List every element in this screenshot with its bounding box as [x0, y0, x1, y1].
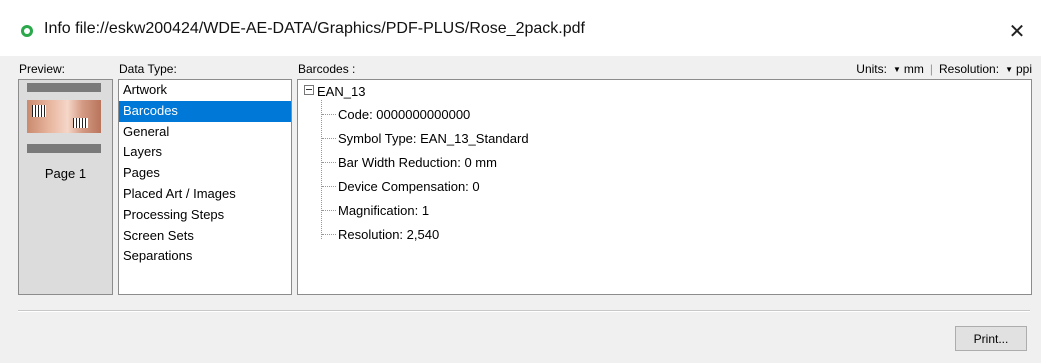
- tree-item-magnification[interactable]: Magnification: 1: [322, 201, 429, 221]
- units-label: Units:: [856, 62, 887, 76]
- window-title: Info file://eskw200424/WDE-AE-DATA/Graph…: [44, 20, 585, 37]
- thumbnail-top-strip: [27, 83, 101, 92]
- resolution-select[interactable]: ppi: [1016, 62, 1032, 76]
- units-separator: |: [929, 62, 934, 76]
- footer-divider: [18, 310, 1030, 312]
- preview-label: Preview:: [19, 62, 66, 76]
- collapse-icon[interactable]: [304, 85, 314, 95]
- barcodes-label: Barcodes :: [298, 62, 356, 76]
- resolution-label: Resolution:: [939, 62, 1000, 76]
- units-dropdown-icon[interactable]: ▼: [893, 65, 901, 74]
- thumbnail-barcode-right: [73, 118, 88, 128]
- data-type-placed-art-images[interactable]: Placed Art / Images: [119, 184, 291, 205]
- tree-item-device-compensation[interactable]: Device Compensation: 0: [322, 177, 480, 197]
- thumbnail-barcode-left: [32, 105, 46, 117]
- barcode-tree-panel: EAN_13 Code: 0000000000000 Symbol Type: …: [297, 79, 1032, 295]
- preview-panel: Page 1: [18, 79, 113, 295]
- tree-root-label[interactable]: EAN_13: [317, 84, 365, 99]
- close-button[interactable]: ✕: [1000, 16, 1034, 46]
- thumbnail-bottom-strip: [27, 144, 101, 153]
- data-type-barcodes[interactable]: Barcodes: [119, 100, 291, 122]
- page-label: Page 1: [44, 166, 87, 181]
- print-button[interactable]: Print...: [955, 326, 1027, 351]
- data-type-separations[interactable]: Separations: [119, 246, 291, 267]
- title-bar: Info file://eskw200424/WDE-AE-DATA/Graph…: [0, 0, 1041, 56]
- resolution-dropdown-icon[interactable]: ▼: [1005, 65, 1013, 74]
- data-type-list[interactable]: Artwork Barcodes General Layers Pages Pl…: [118, 79, 292, 295]
- tree-item-resolution[interactable]: Resolution: 2,540: [322, 225, 439, 245]
- tree-item-bar-width-reduction[interactable]: Bar Width Reduction: 0 mm: [322, 153, 497, 173]
- data-type-general[interactable]: General: [119, 122, 291, 143]
- status-icon: [21, 25, 33, 37]
- tree-root-ean13[interactable]: EAN_13: [304, 84, 365, 100]
- data-type-label: Data Type:: [119, 62, 177, 76]
- units-bar: Units: ▼ mm | Resolution: ▼ ppi: [856, 62, 1032, 76]
- data-type-pages[interactable]: Pages: [119, 163, 291, 184]
- tree-item-symbol-type[interactable]: Symbol Type: EAN_13_Standard: [322, 129, 529, 149]
- units-select[interactable]: mm: [904, 62, 924, 76]
- data-type-layers[interactable]: Layers: [119, 142, 291, 163]
- tree-item-code[interactable]: Code: 0000000000000: [322, 105, 470, 125]
- data-type-screen-sets[interactable]: Screen Sets: [119, 226, 291, 247]
- page-thumbnail[interactable]: [27, 83, 101, 153]
- data-type-processing-steps[interactable]: Processing Steps: [119, 205, 291, 226]
- data-type-artwork[interactable]: Artwork: [119, 80, 291, 101]
